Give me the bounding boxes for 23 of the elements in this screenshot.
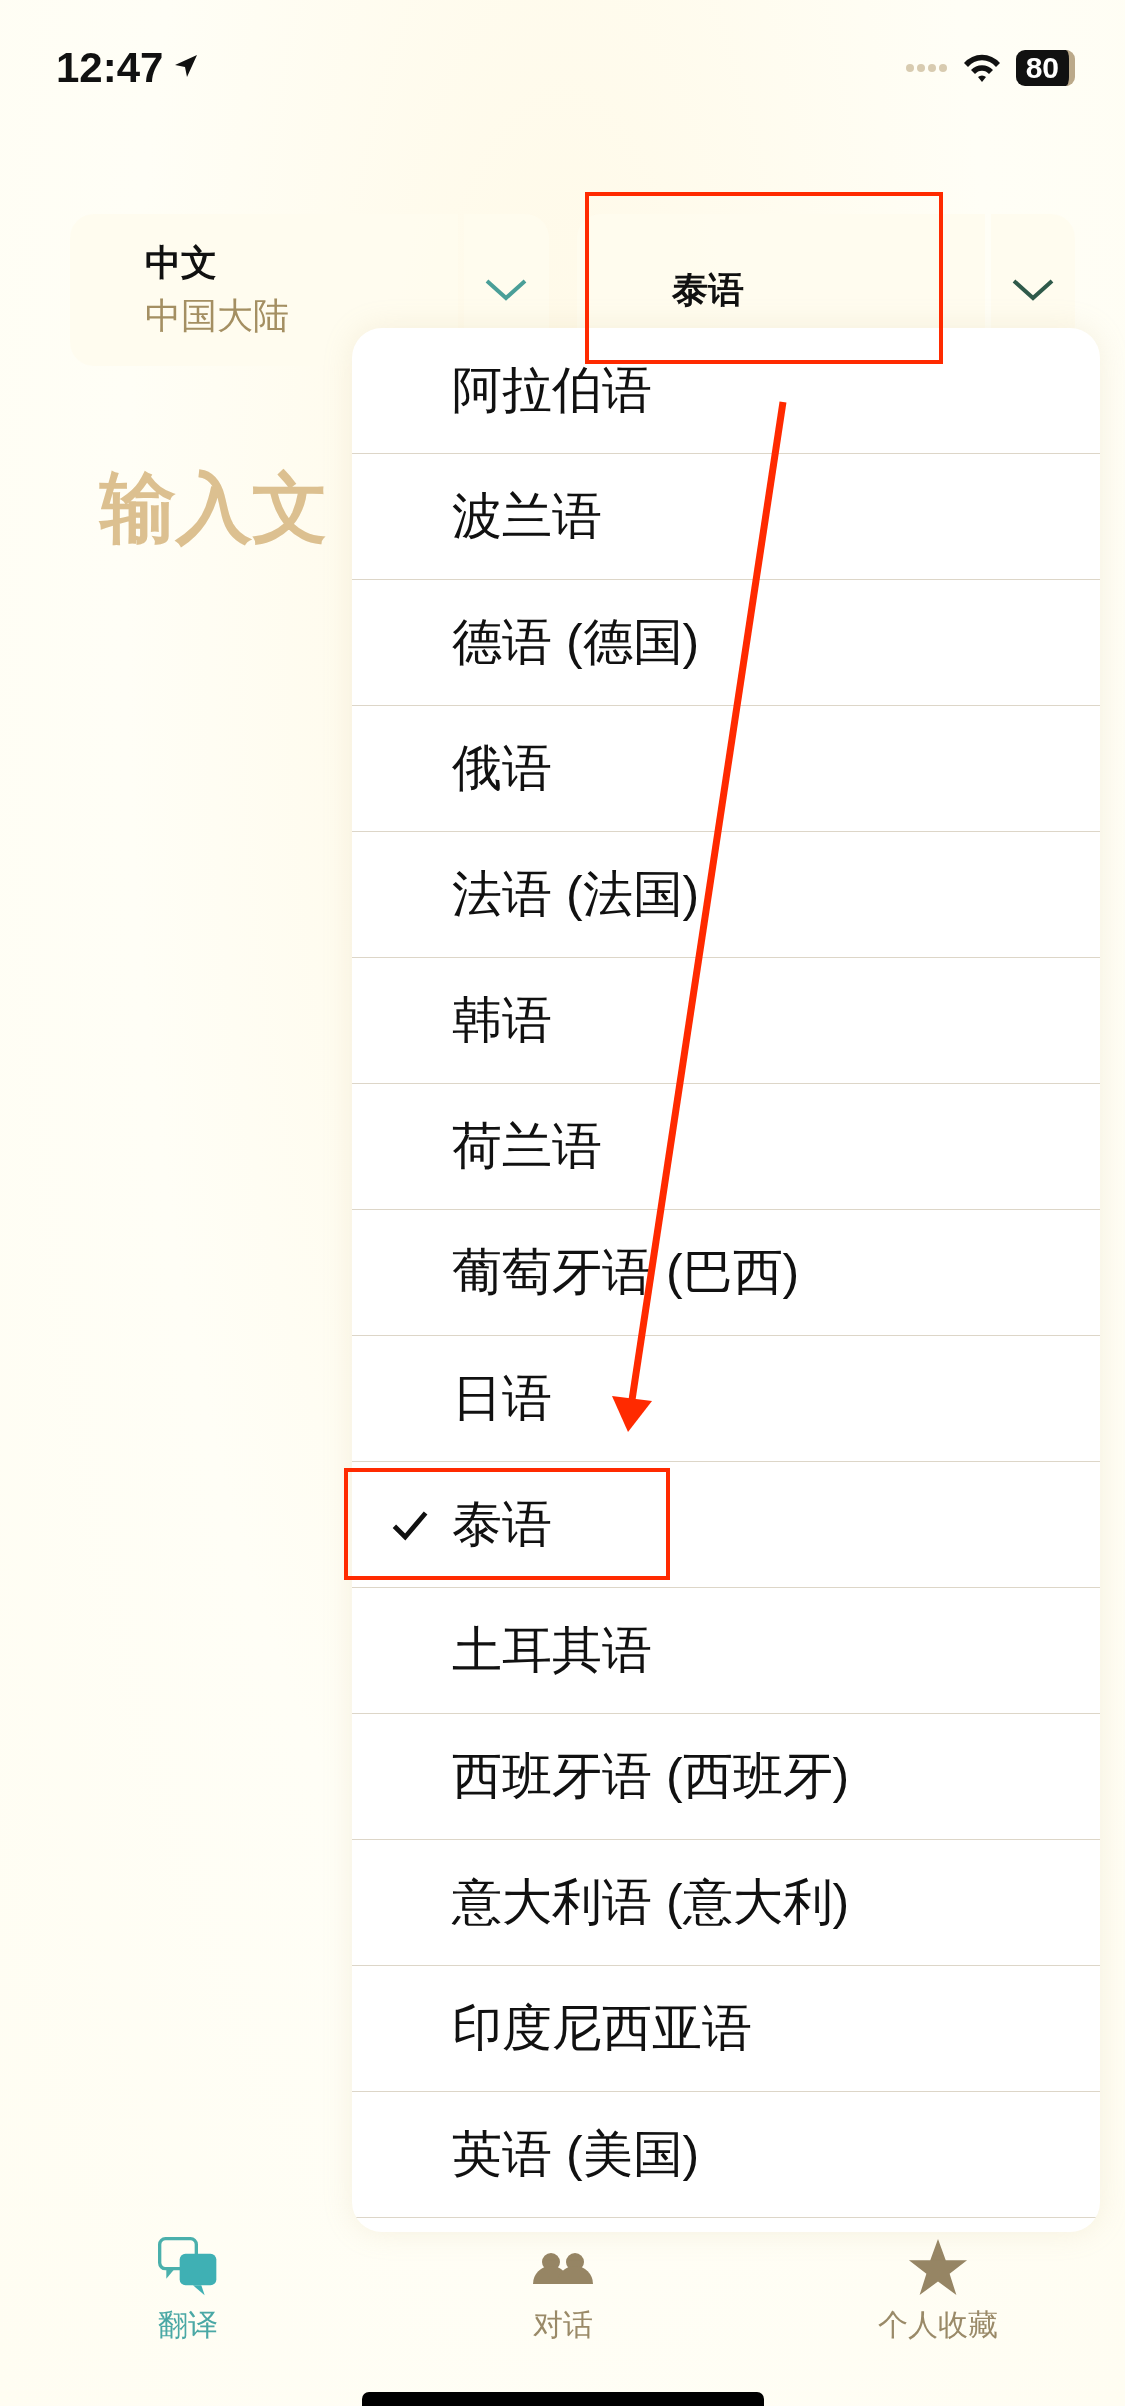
menu-item[interactable]: 韩语 [352,958,1100,1084]
language-name: 中文 [145,241,218,285]
menu-item[interactable]: 德语 (德国) [352,580,1100,706]
signal-icon [905,63,948,73]
clock: 12:47 [56,44,164,92]
menu-item[interactable]: 英语 (美国) [352,2092,1100,2218]
menu-item[interactable]: 印度尼西亚语 [352,1966,1100,2092]
menu-item[interactable]: 葡萄牙语 (巴西) [352,1210,1100,1336]
menu-item[interactable]: 西班牙语 (西班牙) [352,1714,1100,1840]
menu-item[interactable]: 俄语 [352,706,1100,832]
menu-item[interactable]: 阿拉伯语 [352,328,1100,454]
menu-item[interactable]: 荷兰语 [352,1084,1100,1210]
home-indicator[interactable] [361,2392,764,2406]
menu-item[interactable]: 土耳其语 [352,1588,1100,1714]
menu-item[interactable]: 波兰语 [352,454,1100,580]
menu-item[interactable]: 法语 (法国) [352,832,1100,958]
chevron-down-icon [1010,278,1055,302]
chevron-down-icon [484,278,529,302]
language-name: 泰语 [671,267,745,312]
language-region: 中国大陆 [145,294,290,338]
menu-item[interactable]: 意大利语 (意大利) [352,1840,1100,1966]
menu-item[interactable]: 泰语 [352,1462,1100,1588]
battery-level: 80 [1025,51,1059,85]
